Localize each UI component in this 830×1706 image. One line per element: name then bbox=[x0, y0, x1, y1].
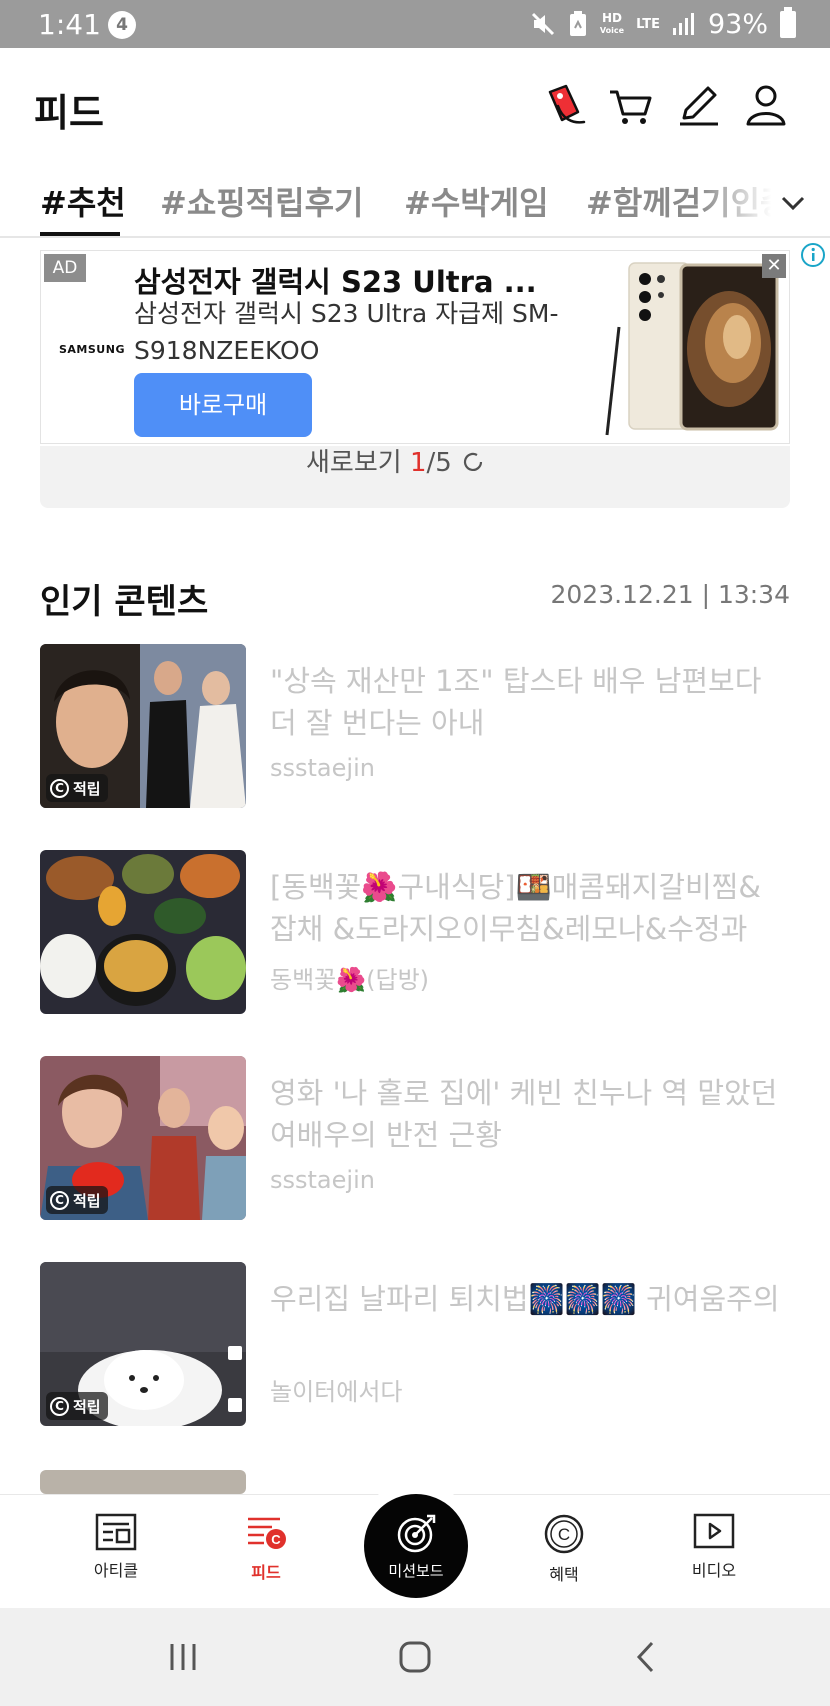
refresh-bar[interactable]: 새로보기 1/5 bbox=[40, 446, 790, 508]
thumbnail-image bbox=[40, 1470, 246, 1494]
feed-item[interactable]: [동백꽃🌺구내식당]🍱매콤돼지갈비찜&잡채 &도라지오이무침&레모나&수정과 동… bbox=[40, 850, 790, 1016]
feed-item[interactable]: C 적립 우리집 날파리 퇴치법🎆🎆🎆 귀여움주의 놀이터에서다 bbox=[40, 1262, 790, 1428]
feed-item-title[interactable]: [동백꽃🌺구내식당]🍱매콤돼지갈비찜&잡채 &도라지오이무침&레모나&수정과 bbox=[270, 866, 780, 950]
active-tab-indicator bbox=[40, 232, 120, 236]
status-icons: HD Voice LTE 93% bbox=[530, 6, 796, 42]
profile-icon[interactable] bbox=[738, 78, 794, 134]
hd-voice-indicator: HD Voice bbox=[599, 10, 625, 36]
thumbnail-image: C 적립 bbox=[40, 644, 246, 808]
network-type: LTE bbox=[636, 16, 660, 32]
nav-feed-label: 피드 bbox=[251, 1563, 281, 1582]
chevron-down-icon[interactable] bbox=[778, 188, 808, 218]
mission-board-label: 미션보드 bbox=[388, 1562, 444, 1580]
battery-saver-icon bbox=[569, 11, 586, 36]
reward-badge-label: 적립 bbox=[73, 1397, 101, 1416]
voice-label: Voice bbox=[599, 25, 625, 35]
ad-brand-logo: SAMSUNG bbox=[59, 343, 125, 356]
battery-percent: 93% bbox=[707, 8, 768, 40]
reward-badge: C 적립 bbox=[46, 1392, 108, 1420]
system-navigation-bar bbox=[0, 1608, 830, 1706]
ad-info-icon[interactable] bbox=[800, 242, 826, 268]
reward-badge: C 적립 bbox=[46, 774, 108, 802]
nav-article[interactable]: 아티클 bbox=[56, 1513, 176, 1581]
tab-watermelon-game[interactable]: #수박게임 bbox=[404, 178, 549, 224]
feed-item-title[interactable]: 우리집 날파리 퇴치법🎆🎆🎆 귀여움주의 bbox=[270, 1278, 780, 1320]
pencil-write-icon[interactable] bbox=[670, 78, 726, 134]
ad-banner[interactable]: AD SAMSUNG 삼성전자 갤럭시 S23 Ultra ... 삼성전자 갤… bbox=[40, 250, 790, 444]
status-time: 1:41 bbox=[38, 8, 101, 41]
refresh-total: /5 bbox=[426, 448, 452, 478]
hd-label: HD bbox=[602, 10, 623, 25]
ad-product-image bbox=[601, 257, 781, 437]
feed-item[interactable]: C 적립 영화 '나 홀로 집에' 케빈 친누나 역 맡았던 여배우의 반전 근황… bbox=[40, 1056, 790, 1222]
nav-feed[interactable]: C 피드 bbox=[206, 1513, 326, 1583]
thumbnail-image bbox=[40, 850, 246, 1014]
nav-video-label: 비디오 bbox=[691, 1561, 737, 1580]
tab-shopping-review[interactable]: #쇼핑적립후기 bbox=[160, 178, 363, 224]
notification-count-badge: 4 bbox=[108, 11, 136, 39]
cart-icon[interactable] bbox=[602, 78, 658, 134]
nav-video[interactable]: 비디오 bbox=[654, 1513, 774, 1581]
nav-benefits-label: 혜택 bbox=[549, 1565, 579, 1584]
recent-apps-icon[interactable] bbox=[166, 1640, 200, 1674]
nav-article-label: 아티클 bbox=[93, 1561, 139, 1580]
mission-tag-icon[interactable] bbox=[536, 78, 592, 134]
reward-badge-label: 적립 bbox=[73, 1191, 101, 1210]
feed-icon: C bbox=[248, 1517, 286, 1549]
tabs-fade bbox=[700, 166, 830, 236]
refresh-icon bbox=[463, 452, 483, 471]
article-icon bbox=[95, 1513, 137, 1551]
refresh-label-group[interactable]: 새로보기 1/5 bbox=[306, 442, 486, 479]
feed-item-title[interactable]: "상속 재산만 1조" 탑스타 배우 남편보다 더 잘 번다는 아내 bbox=[270, 660, 780, 744]
app-header: 피드 bbox=[0, 48, 830, 164]
feed-item-author[interactable]: ssstaejin bbox=[270, 1166, 375, 1194]
mission-board-button[interactable]: 미션보드 bbox=[364, 1494, 468, 1598]
svg-text:C: C bbox=[271, 1532, 281, 1547]
feed-item[interactable]: C 적립 "상속 재산만 1조" 탑스타 배우 남편보다 더 잘 번다는 아내 s… bbox=[40, 644, 790, 810]
section-date: 2023.12.21 | 13:34 bbox=[550, 580, 790, 609]
nav-benefits[interactable]: C 혜택 bbox=[504, 1513, 624, 1585]
tab-recommended[interactable]: #추천 bbox=[40, 178, 126, 224]
ad-badge: AD bbox=[44, 254, 86, 282]
ad-description: 삼성전자 갤럭시 S23 Ultra 자급제 SM-S918NZEEKOO bbox=[134, 299, 559, 365]
coin-icon: C bbox=[50, 1396, 69, 1416]
feed-item-author[interactable]: ssstaejin bbox=[270, 754, 375, 782]
coin-c-icon: C bbox=[544, 1514, 584, 1554]
feed-item-author[interactable]: 놀이터에서다 bbox=[270, 1372, 402, 1407]
coin-icon: C bbox=[50, 1190, 69, 1210]
back-icon[interactable] bbox=[630, 1640, 664, 1674]
home-icon[interactable] bbox=[398, 1640, 432, 1674]
refresh-current: 1 bbox=[409, 448, 427, 478]
signal-icon bbox=[672, 13, 694, 35]
ad-close-button[interactable]: ✕ bbox=[762, 254, 786, 278]
reward-badge-label: 적립 bbox=[73, 779, 101, 798]
section-title: 인기 콘텐츠 bbox=[40, 582, 209, 622]
target-icon bbox=[397, 1514, 436, 1553]
battery-icon bbox=[780, 6, 796, 38]
buy-now-button[interactable]: 바로구매 bbox=[134, 373, 312, 437]
mute-icon bbox=[531, 12, 554, 36]
feed-item-author[interactable]: 동백꽃🌺(답방) bbox=[270, 960, 429, 995]
video-play-icon bbox=[693, 1513, 735, 1549]
thumbnail-image: C 적립 bbox=[40, 1262, 246, 1426]
status-bar: 1:41 4 HD Voice LTE 93% bbox=[0, 0, 830, 48]
coin-icon: C bbox=[50, 778, 69, 798]
thumbnail-image: C 적립 bbox=[40, 1056, 246, 1220]
reward-badge: C 적립 bbox=[46, 1186, 108, 1214]
page-title: 피드 bbox=[34, 91, 104, 135]
svg-text:C: C bbox=[558, 1525, 570, 1544]
category-tabs: #추천 #쇼핑적립후기 #수박게임 #함께걷기인증 bbox=[0, 166, 830, 238]
feed-item-title[interactable]: 영화 '나 홀로 집에' 케빈 친누나 역 맡았던 여배우의 반전 근황 bbox=[270, 1072, 780, 1156]
refresh-label: 새로보기 bbox=[306, 448, 402, 478]
